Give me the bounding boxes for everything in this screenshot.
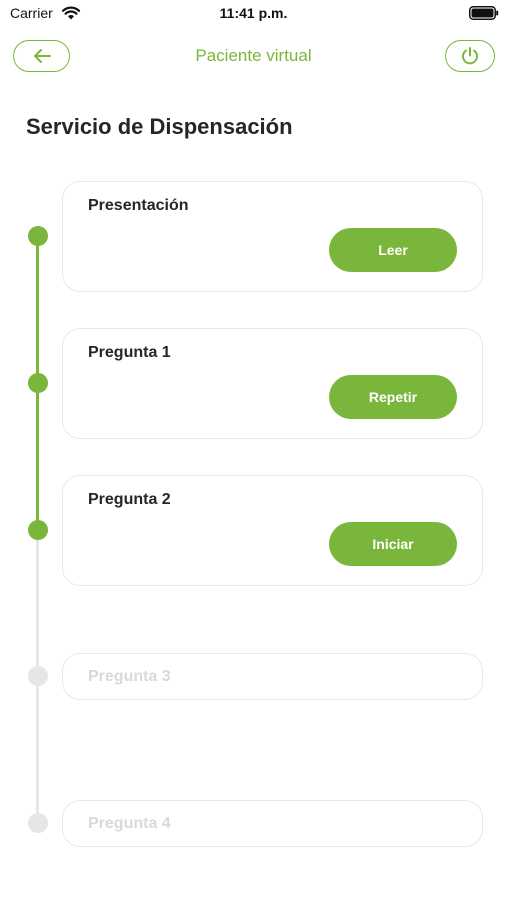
timeline-dot-step-2	[28, 373, 48, 393]
read-button[interactable]: Leer	[329, 228, 457, 272]
battery-icon	[469, 6, 499, 20]
nav-title: Paciente virtual	[195, 46, 312, 65]
repeat-button[interactable]: Repetir	[329, 375, 457, 419]
logout-button[interactable]	[445, 40, 495, 72]
step-card-pregunta-2: Pregunta 2 Iniciar	[62, 475, 483, 586]
step-title: Pregunta 4	[88, 815, 171, 832]
step-title: Presentación	[88, 197, 189, 214]
timeline-dot-step-4	[28, 666, 48, 686]
timeline-dot-step-3	[28, 520, 48, 540]
start-button[interactable]: Iniciar	[329, 522, 457, 566]
step-card-pregunta-4: Pregunta 4	[62, 800, 483, 847]
step-title: Pregunta 1	[88, 344, 171, 361]
power-icon	[462, 47, 478, 65]
step-card-pregunta-3: Pregunta 3	[62, 653, 483, 700]
status-bar: Carrier 11:41 p.m.	[0, 0, 507, 28]
step-title: Pregunta 2	[88, 491, 171, 508]
step-card-pregunta-1: Pregunta 1 Repetir	[62, 328, 483, 439]
step-title: Pregunta 3	[88, 668, 171, 685]
clock: 11:41 p.m.	[219, 5, 288, 21]
timeline-dot-step-5	[28, 813, 48, 833]
timeline-dot-step-1	[28, 226, 48, 246]
page-title: Servicio de Dispensación	[26, 114, 293, 139]
step-card-presentacion: Presentación Leer	[62, 181, 483, 292]
